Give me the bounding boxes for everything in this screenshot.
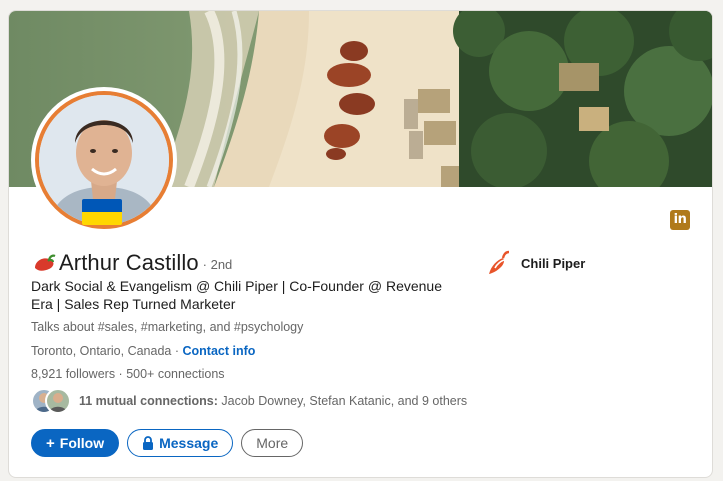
follow-label: Follow [59,435,105,451]
name-row: Arthur Castillo · 2nd [31,249,232,277]
followers-count[interactable]: 8,921 followers [31,367,115,381]
linkedin-icon[interactable]: in [670,210,690,230]
counts-separator: · [115,367,127,381]
chili-pepper-icon [35,254,56,271]
plus-icon: + [46,434,55,452]
profile-headline: Dark Social & Evangelism @ Chili Piper |… [31,278,443,312]
ukraine-flag-badge [82,199,122,225]
mutual-names: Jacob Downey, Stefan Katanic, and 9 othe… [217,394,468,408]
location-separator: · [171,344,183,358]
profile-actions: + Follow Message More [31,429,304,457]
mutual-connections-text: 11 mutual connections: Jacob Downey, Ste… [79,394,467,408]
follow-button[interactable]: + Follow [31,429,120,457]
location-row: Toronto, Ontario, Canada · Contact info [31,344,255,358]
mutual-avatars [31,388,73,414]
chili-piper-logo-icon [489,250,510,274]
lock-icon [143,436,154,450]
current-company[interactable]: Chili Piper [483,248,585,278]
company-name: Chili Piper [521,255,586,271]
connections-count[interactable]: 500+ connections [126,367,224,381]
mutual-connections[interactable]: 11 mutual connections: Jacob Downey, Ste… [31,388,467,414]
follower-counts: 8,921 followers · 500+ connections [31,367,225,381]
contact-info-link[interactable]: Contact info [182,344,255,358]
talks-about: Talks about #sales, #marketing, and #psy… [31,320,304,334]
more-button[interactable]: More [241,429,304,457]
mutual-avatar-2 [45,388,71,414]
more-label: More [256,435,289,451]
message-label: Message [159,435,219,451]
message-button[interactable]: Message [127,429,234,457]
location-text: Toronto, Ontario, Canada [31,344,172,358]
profile-name: Arthur Castillo [59,250,199,275]
profile-card: in Arthur Castillo · 2nd Dark Social & E… [8,10,713,478]
mutual-count: 11 mutual connections: [79,394,218,408]
flag-blue-band [82,199,122,212]
flag-yellow-band [82,212,122,225]
connection-degree: · 2nd [202,256,233,272]
